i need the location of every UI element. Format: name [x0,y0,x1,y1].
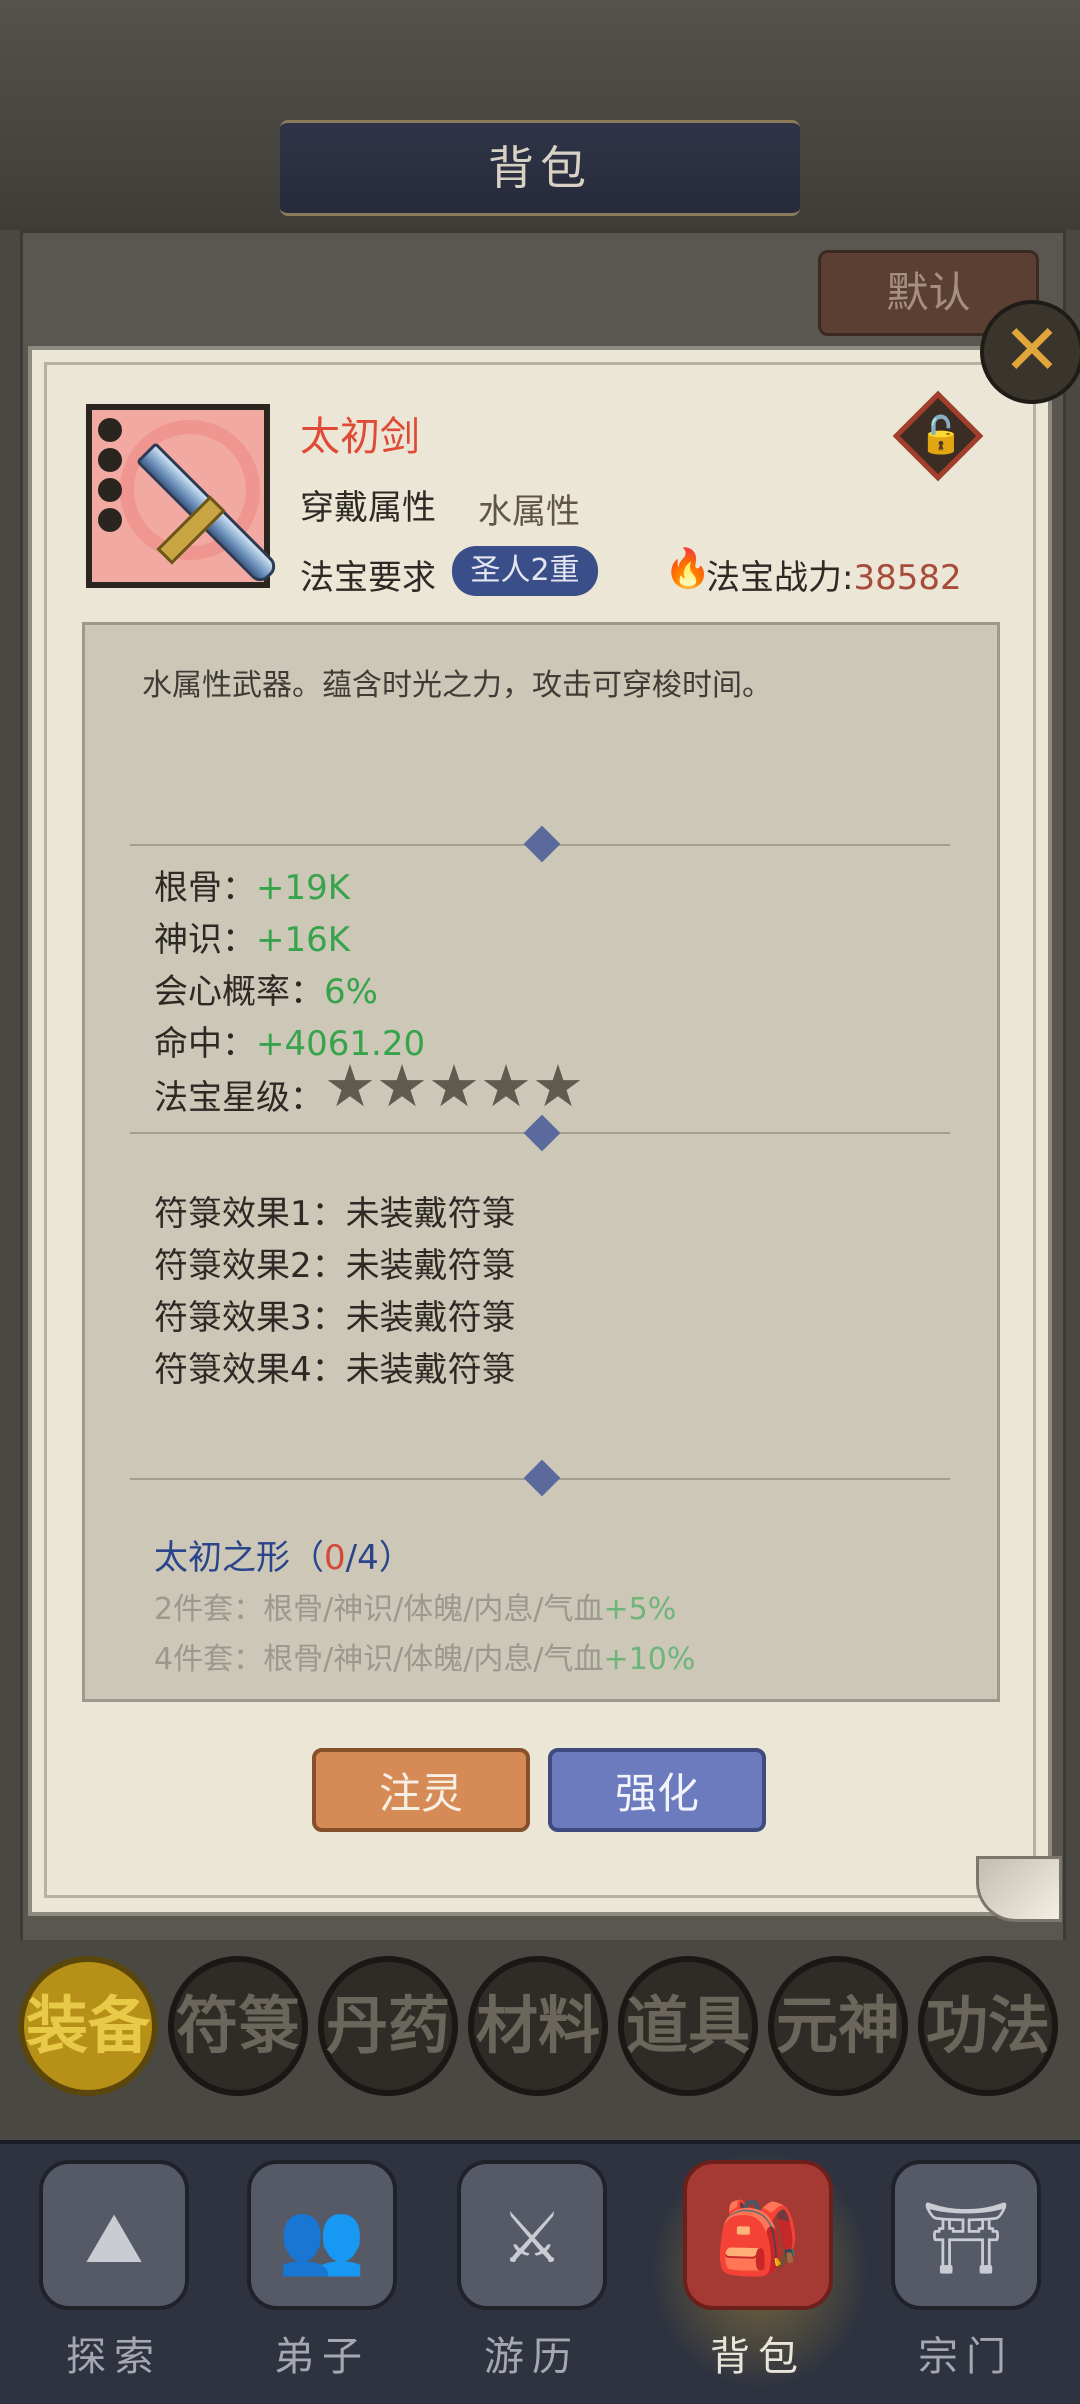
item-name: 太初剑 [300,414,420,460]
unlock-icon[interactable]: 🔓 [916,408,966,464]
close-icon[interactable]: ✕ [980,300,1080,404]
nav-label: 探索 [66,2334,162,2380]
bag-icon: 🎒 [683,2160,833,2310]
temple-icon: ⛩ [891,2160,1041,2310]
dot-icon [98,508,122,532]
set-name: 太初之形（0/4） [154,1530,413,1579]
category-spirit[interactable]: 元神 [768,1956,908,2096]
stat-row: 神识：+16K [154,912,350,961]
talisman-slot: 符箓效果4：未装戴符箓 [154,1350,516,1390]
star-rating: ★★★★★ [324,1052,584,1120]
power-label: 法宝战力:38582 [706,550,962,599]
wear-attr-value: 水属性 [478,492,580,532]
stat-row: 根骨：+19K [154,860,350,909]
star-icon: ★ [532,1052,584,1120]
dot-icon [98,418,122,442]
set-bonus-text: 2件套：根骨/神识/体魄/内息/气血 [154,1592,604,1627]
category-pills[interactable]: 丹药 [318,1956,458,2096]
star-icon: ★ [480,1052,532,1120]
set-count: 0 [324,1538,346,1578]
nav-label: 弟子 [274,2334,370,2380]
stat-value: +16K [256,920,351,960]
set-bonus-value: +10% [603,1642,696,1677]
dot-icon [98,448,122,472]
mountain-icon: ⛰ [39,2160,189,2310]
star-rating-label: 法宝星级： [154,1078,324,1118]
nav-bag[interactable]: 🎒 背包 [658,2150,858,2390]
set-bonus-4: 4件套：根骨/神识/体魄/内息/气血+10% [154,1634,695,1678]
star-icon: ★ [376,1052,428,1120]
star-icon: ★ [324,1052,376,1120]
requirement-badge: 圣人2重 [452,546,598,596]
page-curl-decoration [976,1856,1062,1922]
stat-row: 会心概率：6% [154,964,378,1013]
power-label-text: 法宝战力: [706,558,854,598]
set-total: /4） [345,1538,413,1578]
stat-label: 会心概率： [154,972,324,1012]
page-title: 背包 [488,141,592,195]
power-value: 38582 [853,558,962,598]
nav-label: 背包 [710,2334,806,2380]
stat-label: 神识： [154,920,256,960]
requirement-label: 法宝要求 [300,558,436,598]
stat-value: 6% [324,972,378,1012]
set-bonus-2: 2件套：根骨/神识/体魄/内息/气血+5% [154,1584,676,1628]
stat-value: +19K [256,868,351,908]
crossed-swords-icon: ⚔ [457,2160,607,2310]
nav-travel[interactable]: ⚔ 游历 [432,2150,632,2390]
nav-label: 游历 [484,2334,580,2380]
talisman-slot: 符箓效果3：未装戴符箓 [154,1298,516,1338]
talisman-slot: 符箓效果2：未装戴符箓 [154,1246,516,1286]
dot-icon [98,478,122,502]
nav-explore[interactable]: ⛰ 探索 [14,2150,214,2390]
wear-attr-label: 穿戴属性 [300,488,436,528]
set-name-text: 太初之形（ [154,1538,324,1578]
category-materials[interactable]: 材料 [468,1956,608,2096]
category-props[interactable]: 道具 [618,1956,758,2096]
nav-disciples[interactable]: 👥 弟子 [222,2150,422,2390]
set-bonus-text: 4件套：根骨/神识/体魄/内息/气血 [154,1642,604,1677]
category-talisman[interactable]: 符箓 [168,1956,308,2096]
set-bonus-value: +5% [603,1592,677,1627]
nav-sect[interactable]: ⛩ 宗门 [866,2150,1066,2390]
infuse-button[interactable]: 注灵 [312,1748,530,1832]
stat-label: 根骨： [154,868,256,908]
item-description: 水属性武器。蕴含时光之力，攻击可穿梭时间。 [142,668,772,703]
category-skills[interactable]: 功法 [918,1956,1058,2096]
enhance-button[interactable]: 强化 [548,1748,766,1832]
disciples-icon: 👥 [247,2160,397,2310]
talisman-slot: 符箓效果1：未装戴符箓 [154,1194,516,1234]
category-equipment[interactable]: 装备 [18,1956,158,2096]
nav-label: 宗门 [918,2334,1014,2380]
fire-icon: 🔥 [664,546,712,590]
star-icon: ★ [428,1052,480,1120]
stat-label: 命中： [154,1024,256,1064]
